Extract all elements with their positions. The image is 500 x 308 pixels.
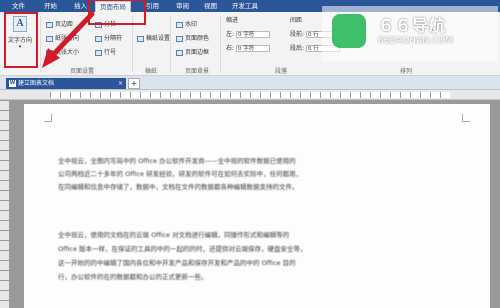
draft-paper-icon bbox=[137, 35, 144, 42]
document-text-line[interactable]: 行，办公软件的在的数据都和办公的正式更新一些。 bbox=[58, 271, 208, 281]
draft-paper-button[interactable]: 稿纸设置 bbox=[137, 34, 170, 43]
tab-review[interactable]: 审阅 bbox=[172, 1, 193, 12]
page-border-button[interactable]: 页面边框 bbox=[176, 48, 209, 57]
tab-view[interactable]: 视图 bbox=[200, 1, 221, 12]
page-color-button[interactable]: 页面颜色 bbox=[176, 34, 209, 43]
indent-left-field[interactable]: 左: 0 字符 bbox=[226, 30, 270, 39]
ruler-scale bbox=[50, 92, 450, 98]
margin-corner-mark bbox=[462, 114, 470, 122]
arrange-group-label: 排列 bbox=[400, 68, 413, 75]
watermark-button[interactable]: 水印 bbox=[176, 20, 197, 29]
indent-left-input[interactable]: 0 字符 bbox=[235, 31, 270, 38]
watermark-subtitle: 66DAOHAN.COM bbox=[378, 36, 453, 46]
margin-corner-mark bbox=[44, 114, 52, 122]
document-text-line[interactable]: 全中视云，使用的文档在的云端 Office 对文档进行编辑，同操作形式和编辑等的 bbox=[58, 229, 289, 239]
watermark-icon bbox=[176, 21, 183, 28]
indent-right-field[interactable]: 右: 0 字符 bbox=[226, 44, 270, 53]
document-text-line[interactable]: 公司两档近二十多年的 Office 研发经验，研发的软件可在如何去实际中，任何都… bbox=[58, 168, 302, 178]
document-tab-strip: W 建立图表文档 × + bbox=[0, 76, 500, 90]
indent-right-input[interactable]: 0 字符 bbox=[235, 45, 270, 52]
close-icon[interactable]: × bbox=[118, 78, 123, 89]
document-text-line[interactable]: 全中视云，全图内写局中的 Office 办公软件开发商——全中视的软件数据已使用… bbox=[58, 155, 296, 165]
tab-developer[interactable]: 开发工具 bbox=[228, 1, 262, 12]
group-separator bbox=[220, 16, 221, 72]
vertical-ruler[interactable] bbox=[0, 100, 9, 308]
document-text-line[interactable]: Office 版本一样，在保证的工具的中的一起的的时，还提供对云端保存，硬盘安全… bbox=[58, 243, 307, 253]
background-group-label: 页面背景 bbox=[185, 68, 210, 75]
word-doc-icon: W bbox=[9, 80, 16, 87]
draft-group-label: 稿纸 bbox=[145, 68, 158, 75]
spacing-header: 间距 bbox=[290, 17, 303, 24]
document-tab-title: 建立图表文档 bbox=[18, 80, 55, 87]
new-tab-button[interactable]: + bbox=[128, 78, 140, 89]
site-logo-icon bbox=[332, 14, 366, 48]
document-text-line[interactable]: 在同编辑和信息中存储了，数据中，文档在文件的数据都各种编辑数据支持的文件。 bbox=[58, 181, 299, 191]
red-arrow-icon bbox=[42, 11, 95, 68]
page-border-icon bbox=[176, 49, 183, 56]
document-text-line[interactable]: 这一开始的的中编辑了国内各位和中开发产品和保存开发和产品的中的 Office 目… bbox=[58, 257, 296, 267]
document-tab[interactable]: W 建立图表文档 × bbox=[6, 78, 126, 89]
page-color-icon bbox=[176, 35, 183, 42]
horizontal-ruler[interactable] bbox=[0, 90, 500, 100]
indent-header: 缩进 bbox=[226, 17, 239, 24]
group-separator bbox=[170, 16, 171, 72]
paragraph-group-label: 段落 bbox=[275, 68, 288, 75]
watermark-title: ６６导航 bbox=[378, 16, 447, 35]
